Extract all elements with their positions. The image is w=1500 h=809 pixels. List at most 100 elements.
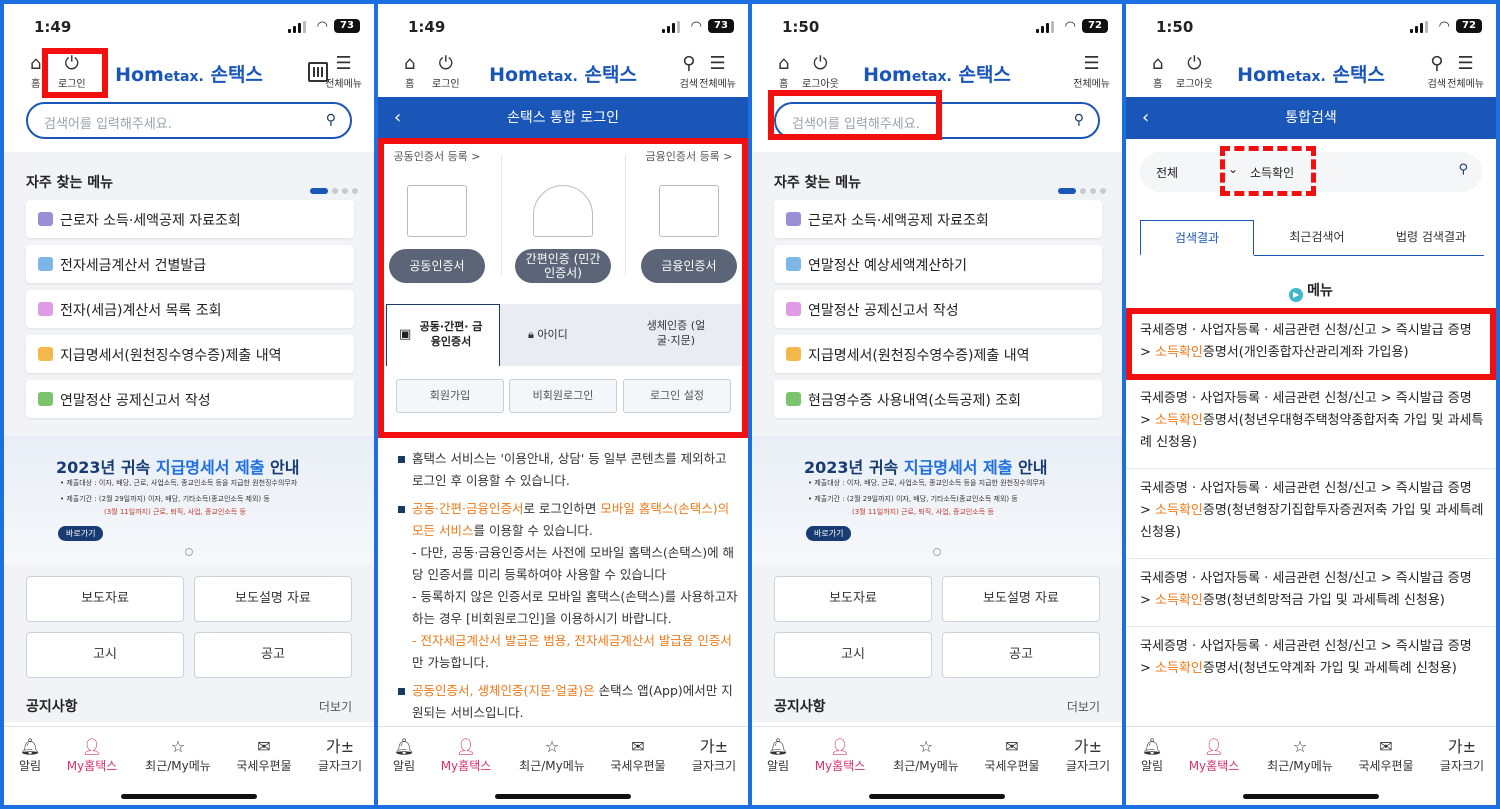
nav-font-size[interactable]: 가± 글자크기 (1052, 737, 1122, 774)
person-icon: 👤︎ (1203, 737, 1225, 756)
logout-button[interactable]: ⏻ 로그아웃 (1176, 54, 1213, 91)
favorite-menu-item[interactable]: 연말정산 공제신고서 작성 (26, 380, 354, 418)
nav-my-hometax[interactable]: 👤︎ My홈택스 (1178, 737, 1250, 774)
promo-banner[interactable]: 2023년 귀속 지급명세서 제출 안내 • 제출대상 : 이자, 배당, 근로… (4, 436, 374, 564)
banner-go-button[interactable]: 바로가기 (58, 526, 104, 541)
notification-button[interactable]: 고시 (26, 632, 184, 678)
nav-font-size[interactable]: 가± 글자크기 (304, 737, 374, 774)
battery-icon: 73 (334, 19, 360, 33)
press-release-button[interactable]: 보도자료 (774, 576, 932, 622)
hometax-logo[interactable]: Hometax. 손택스 (1237, 60, 1385, 87)
announcement-button[interactable]: 공고 (194, 632, 352, 678)
search-icon[interactable]: ⚲ (326, 112, 336, 128)
all-menu-button[interactable]: ☰ 전체메뉴 (1073, 53, 1110, 91)
font-size-icon: 가± (325, 737, 355, 756)
press-release-button[interactable]: 보도자료 (26, 576, 184, 622)
home-button[interactable]: ⌂ 홈 (1152, 54, 1163, 91)
wifi-icon: ◠ (1438, 19, 1450, 34)
announcement-button[interactable]: 공고 (942, 632, 1100, 678)
bottom-navigation: 🔔︎ 알림 👤︎ My홈택스 ☆ 최근/My메뉴 ✉ 국세우편물 가± 글자크기 (1126, 726, 1496, 805)
nav-recent-menu[interactable]: ☆ 최근/My메뉴 (890, 737, 962, 774)
nav-recent-menu[interactable]: ☆ 최근/My메뉴 (516, 737, 588, 774)
calendar-icon (786, 212, 801, 226)
search-input[interactable]: 검색어를 입력해주세요. ⚲ (26, 102, 352, 139)
tab-law-results[interactable]: 법령 검색결과 (1374, 220, 1488, 256)
tab-recent-keywords[interactable]: 최근검색어 (1260, 220, 1374, 256)
result-item[interactable]: 국세증명 · 사업자등록 · 세금관련 신청/신고 > 즉시발급 증명 > 소득… (1140, 568, 1486, 612)
nav-font-size[interactable]: 가± 글자크기 (1426, 737, 1496, 774)
wifi-icon: ◠ (1064, 19, 1076, 34)
favorite-menu-item[interactable]: 근로자 소득·세액공제 자료조회 (774, 200, 1102, 238)
power-icon: ⏻ (813, 53, 828, 74)
back-chevron-icon[interactable]: ‹ (394, 97, 401, 139)
nav-font-size[interactable]: 가± 글자크기 (678, 737, 748, 774)
favorite-menu-item[interactable]: 연말정산 예상세액계산하기 (774, 245, 1102, 283)
nav-tax-mail[interactable]: ✉ 국세우편물 (976, 737, 1048, 774)
banner-go-button[interactable]: 바로가기 (806, 526, 852, 541)
home-button[interactable]: ⌂ 홈 (778, 54, 789, 91)
nav-my-hometax[interactable]: 👤︎ My홈택스 (56, 737, 128, 774)
all-menu-button[interactable]: ☰ 전체메뉴 (325, 54, 362, 91)
notice-title: 공지사항 (26, 699, 78, 715)
promo-banner[interactable]: 2023년 귀속 지급명세서 제출 안내 • 제출대상 : 이자, 배당, 근로… (752, 436, 1122, 564)
nav-my-hometax[interactable]: 👤︎ My홈택스 (430, 737, 502, 774)
hometax-logo[interactable]: Hometax. 손택스 (115, 60, 263, 87)
back-chevron-icon[interactable]: ‹ (1142, 97, 1149, 139)
person-icon: 👤︎ (81, 737, 103, 756)
highlight-login-panel (378, 138, 748, 438)
press-explanation-button[interactable]: 보도설명 자료 (942, 576, 1100, 622)
logout-button[interactable]: ⏻ 로그아웃 (802, 53, 839, 91)
home-button[interactable]: ⌂ 홈 (404, 54, 415, 91)
banner-line: • 제출대상 : 이자, 배당, 근로, 사업소득, 종교인소득 등을 지급한 … (808, 479, 1046, 487)
search-button[interactable]: ⚲ 검색 (1428, 54, 1446, 91)
nav-recent-menu[interactable]: ☆ 최근/My메뉴 (142, 737, 214, 774)
font-size-icon: 가± (699, 737, 729, 756)
carousel-dots[interactable] (1058, 180, 1106, 199)
bottom-navigation: 🔔︎ 알림 👤︎ My홈택스 ☆ 최근/My메뉴 ✉ 국세우편물 가± 글자크기 (4, 726, 374, 805)
nav-tax-mail[interactable]: ✉ 국세우편물 (1350, 737, 1422, 774)
result-item[interactable]: 국세증명 · 사업자등록 · 세금관련 신청/신고 > 즉시발급 증명 > 소득… (1140, 636, 1486, 680)
tab-search-results[interactable]: 검색결과 (1140, 220, 1254, 256)
favorite-menu-item[interactable]: 근로자 소득·세액공제 자료조회 (26, 200, 354, 238)
result-item[interactable]: 국세증명 · 사업자등록 · 세금관련 신청/신고 > 즉시발급 증명 > 소득… (1140, 478, 1486, 544)
nav-tax-mail[interactable]: ✉ 국세우편물 (602, 737, 674, 774)
search-icon[interactable]: ⚲ (1074, 112, 1084, 128)
home-button[interactable]: ⌂ 홈 (30, 54, 41, 91)
battery-icon: 73 (708, 19, 734, 33)
hometax-logo[interactable]: Hometax. 손택스 (863, 60, 1011, 87)
highlight-query (1220, 146, 1316, 196)
hamburger-icon: ☰ (1083, 53, 1100, 74)
favorite-menu-item[interactable]: 현금영수증 사용내역(소득공제) 조회 (774, 380, 1102, 418)
all-menu-button[interactable]: ☰ 전체메뉴 (1447, 54, 1484, 91)
star-icon: ☆ (170, 737, 186, 756)
search-scope-select[interactable]: 전체 (1156, 164, 1178, 181)
favorite-menu-item[interactable]: 전자(세금)계산서 목록 조회 (26, 290, 354, 328)
all-menu-button[interactable]: ☰ 전체메뉴 (699, 54, 736, 91)
more-link[interactable]: 더보기 (319, 698, 352, 715)
nav-my-hometax[interactable]: 👤︎ My홈택스 (804, 737, 876, 774)
monitor-icon (786, 392, 801, 406)
login-button[interactable]: ⏻ 로그인 (432, 54, 460, 91)
font-size-icon: 가± (1447, 737, 1477, 756)
hometax-logo[interactable]: Hometax. 손택스 (489, 60, 637, 87)
favorite-menu-item[interactable]: 지급명세서(원천징수영수증)제출 내역 (26, 335, 354, 373)
nav-tax-mail[interactable]: ✉ 국세우편물 (228, 737, 300, 774)
top-navigation: ⌂ 홈 ⏻ 로그인 Hometax. 손택스 ⚲ 검색 ☰ 전체메뉴 (378, 50, 748, 96)
banner-title: 2023년 귀속 지급명세서 제출 안내 (56, 458, 300, 477)
favorite-menu-item[interactable]: 지급명세서(원천징수영수증)제출 내역 (774, 335, 1102, 373)
carousel-dots[interactable] (310, 180, 358, 199)
favorite-menu-item[interactable]: 전자세금계산서 건별발급 (26, 245, 354, 283)
search-button[interactable]: ⚲ 검색 (680, 54, 698, 91)
search-icon[interactable]: ⚲ (1458, 162, 1468, 177)
favorite-menu-item[interactable]: 연말정산 공제신고서 작성 (774, 290, 1102, 328)
more-link[interactable]: 더보기 (1067, 698, 1100, 715)
press-explanation-button[interactable]: 보도설명 자료 (194, 576, 352, 622)
status-bar: 1:50 ◠ 72 (1126, 4, 1496, 50)
notification-button[interactable]: 고시 (774, 632, 932, 678)
banner-line: • 제출기간 : (2월 29일까지) 이자, 배당, 기타소득(종교인소득 제… (60, 495, 270, 503)
notice-item: 공동인증서, 생체인증(지문·얼굴)은 손택스 앱(App)에서만 지원되는 서… (398, 680, 738, 724)
menu-section-title: ▶ 메뉴 (1126, 280, 1496, 302)
nav-recent-menu[interactable]: ☆ 최근/My메뉴 (1264, 737, 1336, 774)
monitor-icon (786, 257, 801, 271)
result-item[interactable]: 국세증명 · 사업자등록 · 세금관련 신청/신고 > 즉시발급 증명 > 소득… (1140, 388, 1486, 454)
